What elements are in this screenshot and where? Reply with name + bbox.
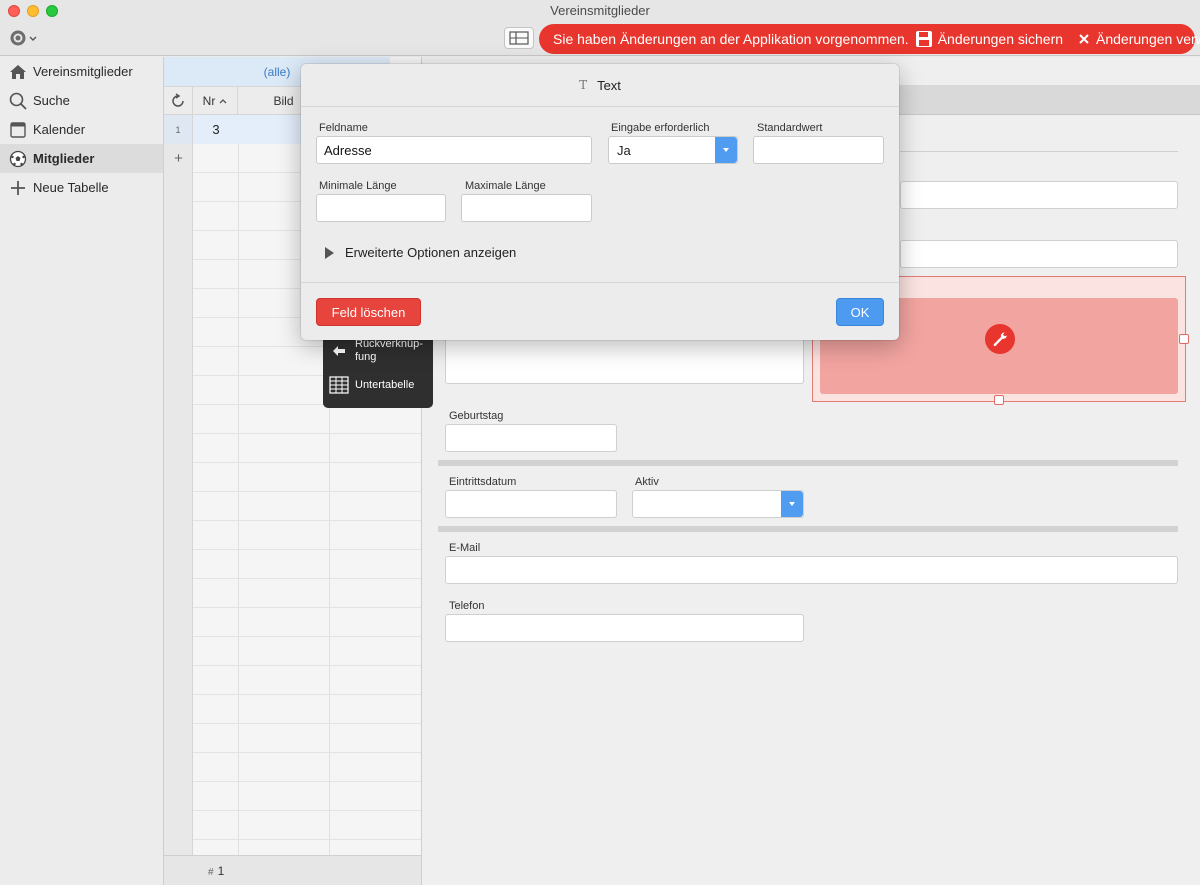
app-menu-button[interactable] — [9, 28, 39, 48]
eintrittsdatum-field[interactable] — [445, 490, 617, 518]
menu-item-label: Rückverknüp-fung — [355, 338, 423, 363]
section-divider — [438, 526, 1178, 532]
eingabe-erforderlich-label: Eingabe erforderlich — [611, 122, 710, 134]
save-changes-button[interactable]: Änderungen sichern — [915, 30, 1063, 48]
sidebar-item-kalender[interactable]: Kalender — [0, 115, 163, 144]
advanced-options-label: Erweiterte Optionen anzeigen — [345, 245, 517, 260]
table-grid-icon — [328, 376, 350, 394]
eintrittsdatum-label: Eintrittsdatum — [449, 476, 517, 488]
title-bar: Vereinsmitglieder — [0, 0, 1200, 22]
sidebar-item-label: Kalender — [33, 122, 86, 137]
email-field[interactable] — [445, 556, 1178, 584]
sidebar: Vereinsmitglieder Suche Kalender Mitglie… — [0, 57, 164, 885]
discard-changes-label: Änderungen verwerfen — [1096, 31, 1200, 47]
feldname-value: Adresse — [324, 142, 372, 158]
floppy-disk-icon — [915, 31, 932, 47]
feldname-label: Feldname — [319, 122, 368, 134]
standardwert-input[interactable] — [753, 136, 884, 164]
menu-item-rueckverknuepfung[interactable]: Rückverknüp-fung — [323, 338, 433, 364]
arrow-left-icon — [328, 345, 350, 357]
eingabe-erforderlich-select[interactable]: Ja — [608, 136, 738, 164]
address-textarea[interactable] — [445, 337, 804, 384]
form-field[interactable] — [900, 181, 1178, 209]
table-layout-icon — [509, 31, 529, 45]
discard-changes-button[interactable]: Änderungen verwerfen — [1077, 31, 1200, 47]
column-header-label: Nr — [202, 94, 216, 108]
add-row-button[interactable]: + — [164, 144, 193, 173]
refresh-button[interactable] — [164, 87, 193, 115]
chevron-down-icon — [715, 137, 737, 163]
sidebar-item-label: Suche — [33, 93, 70, 108]
grid-footer: #1 — [164, 855, 421, 885]
wrench-icon[interactable] — [985, 324, 1015, 354]
advanced-options-toggle[interactable]: Erweiterte Optionen anzeigen — [325, 245, 516, 260]
disclosure-triangle-icon — [325, 246, 334, 259]
aktiv-label: Aktiv — [635, 476, 659, 488]
menu-item-untertabelle[interactable]: Untertabelle — [323, 376, 433, 394]
sidebar-item-label: Neue Tabelle — [33, 180, 109, 195]
sidebar-item-neue-tabelle[interactable]: Neue Tabelle — [0, 173, 163, 202]
unsaved-changes-text: Sie haben Änderungen an der Applikation … — [553, 31, 909, 47]
text-type-icon: T — [579, 78, 588, 92]
calendar-icon — [9, 121, 27, 139]
sidebar-item-label: Mitglieder — [33, 151, 95, 166]
soccer-ball-icon — [9, 150, 27, 168]
close-icon — [1079, 34, 1089, 44]
email-label: E-Mail — [449, 542, 481, 554]
row-index: 1 — [164, 115, 193, 144]
dialog-title: Text — [597, 77, 621, 93]
delete-field-button[interactable]: Feld löschen — [316, 298, 421, 326]
window-title: Vereinsmitglieder — [550, 3, 650, 18]
column-header-nr[interactable]: Nr — [194, 87, 238, 115]
dialog-header: T Text — [301, 64, 899, 107]
ok-button[interactable]: OK — [836, 298, 884, 326]
chevron-down-icon — [781, 491, 803, 517]
minimale-laenge-input[interactable] — [316, 194, 446, 222]
geburtstag-label: Geburtstag — [449, 410, 504, 422]
resize-handle-right[interactable] — [1179, 334, 1189, 344]
aktiv-select[interactable] — [632, 490, 804, 518]
telefon-label: Telefon — [449, 600, 485, 612]
column-header-label: Bild — [273, 94, 294, 108]
record-count: #1 — [208, 864, 225, 878]
resize-handle-bottom[interactable] — [994, 395, 1004, 405]
app-logo-icon — [10, 30, 37, 46]
sidebar-item-vereinsmitglieder[interactable]: Vereinsmitglieder — [0, 57, 163, 86]
layout-toggle-button[interactable] — [504, 27, 534, 49]
minimale-laenge-label: Minimale Länge — [319, 180, 397, 192]
field-settings-dialog: T Text Feldname Adresse Eingabe erforder… — [301, 64, 899, 340]
sidebar-item-label: Vereinsmitglieder — [33, 64, 133, 79]
form-field[interactable] — [900, 240, 1178, 268]
home-icon — [9, 63, 27, 81]
cell-nr[interactable]: 3 — [194, 115, 238, 144]
search-icon — [9, 92, 27, 110]
save-changes-label: Änderungen sichern — [937, 31, 1064, 47]
sort-ascending-icon — [219, 99, 227, 104]
telefon-field[interactable] — [445, 614, 804, 642]
toolbar: Sie haben Änderungen an der Applikation … — [0, 22, 1200, 56]
unsaved-changes-banner: Sie haben Änderungen an der Applikation … — [539, 24, 1200, 54]
sidebar-item-suche[interactable]: Suche — [0, 86, 163, 115]
column-divider — [238, 115, 239, 855]
dialog-divider — [301, 282, 899, 283]
sidebar-item-mitglieder[interactable]: Mitglieder — [0, 144, 163, 173]
refresh-icon — [172, 93, 184, 107]
divider — [900, 151, 1178, 152]
feldname-input[interactable]: Adresse — [316, 136, 592, 164]
geburtstag-field[interactable] — [445, 424, 617, 452]
standardwert-label: Standardwert — [757, 122, 823, 134]
row-index-column — [164, 115, 193, 855]
maximale-laenge-input[interactable] — [461, 194, 592, 222]
maximale-laenge-label: Maximale Länge — [465, 180, 546, 192]
eingabe-erforderlich-value: Ja — [617, 142, 631, 158]
plus-icon — [9, 179, 27, 197]
menu-item-label: Untertabelle — [355, 379, 415, 391]
section-divider — [438, 460, 1178, 466]
